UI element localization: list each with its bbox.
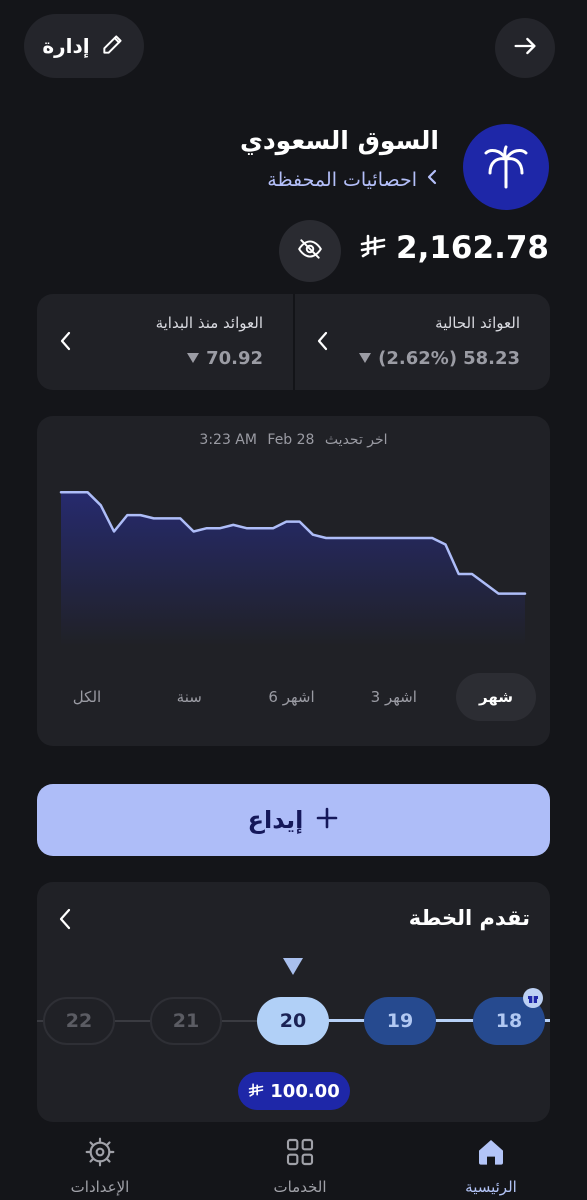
chevron-left-icon — [59, 330, 73, 356]
triangle-down-icon — [186, 348, 200, 369]
manage-button[interactable]: إدارة — [24, 14, 144, 78]
nav-settings[interactable]: الإعدادات — [30, 1136, 170, 1196]
current-returns-value: (2.62%) 58.23 — [358, 348, 520, 369]
pencil-icon — [100, 31, 126, 61]
time-range-selector: شهر 3 اشهر 6 اشهر سنة الكل — [47, 672, 536, 722]
bottom-nav: الرئيسية الخدمات الإعدادات — [0, 1128, 587, 1200]
back-button[interactable] — [495, 18, 555, 78]
nav-services[interactable]: الخدمات — [230, 1136, 370, 1196]
current-step-marker — [283, 958, 303, 975]
portfolio-stats-link[interactable]: احصائيات المحفظة — [267, 168, 439, 191]
last-update: 3:23 AM Feb 28 اخر تحديث — [37, 432, 550, 448]
portfolio-title: السوق السعودي — [239, 126, 439, 155]
plan-progress-card: تقدم الخطة 18 19 20 21 22 100.00 — [37, 882, 550, 1122]
current-amount-value: 100.00 — [270, 1080, 340, 1102]
riyal-icon — [248, 1081, 264, 1102]
returns-divider — [293, 294, 295, 390]
portfolio-balance: 2,162.78 — [360, 230, 549, 266]
balance-value: 2,162.78 — [396, 230, 549, 266]
gift-icon — [523, 988, 543, 1008]
top-bar: إدارة — [24, 14, 555, 78]
balance-row: 2,162.78 — [249, 220, 549, 282]
chevron-left-icon — [316, 330, 330, 356]
last-update-date: Feb 28 — [267, 432, 315, 448]
range-tab-1[interactable]: 3 اشهر — [354, 673, 434, 721]
last-update-time: 3:23 AM — [199, 432, 257, 448]
returns-since-start[interactable]: العوائد منذ البداية 70.92 — [37, 294, 293, 390]
range-tab-0[interactable]: شهر — [456, 673, 536, 721]
current-returns-percent: (2.62%) — [378, 348, 458, 369]
chevron-left-icon — [425, 168, 439, 191]
performance-chart-card: 3:23 AM Feb 28 اخر تحديث شهر 3 اشهر 6 اشهر… — [37, 416, 550, 746]
eye-off-icon — [297, 236, 323, 266]
current-returns-amount: 58.23 — [463, 348, 520, 369]
current-returns-label: العوائد الحالية — [435, 314, 520, 332]
portfolio-header: السوق السعودي احصائيات المحفظة — [39, 124, 549, 210]
plan-step-19[interactable]: 19 — [364, 997, 436, 1045]
since-start-label: العوائد منذ البداية — [155, 314, 263, 332]
current-step-amount: 100.00 — [238, 1072, 350, 1110]
gear-icon — [84, 1136, 116, 1172]
plan-step-20[interactable]: 20 — [257, 997, 329, 1045]
range-tab-2[interactable]: 6 اشهر — [252, 673, 332, 721]
triangle-down-icon — [358, 348, 372, 369]
hide-balance-button[interactable] — [279, 220, 341, 282]
plan-title: تقدم الخطة — [408, 906, 530, 930]
current-returns[interactable]: العوائد الحالية (2.62%) 58.23 — [294, 294, 550, 390]
returns-card: العوائد الحالية (2.62%) 58.23 العوائد من… — [37, 294, 550, 390]
arrow-right-icon — [511, 32, 539, 64]
since-start-value: 70.92 — [186, 348, 263, 369]
plus-icon — [315, 806, 339, 834]
grid-icon — [284, 1136, 316, 1172]
manage-label: إدارة — [42, 34, 90, 58]
performance-chart[interactable] — [37, 466, 550, 646]
nav-services-label: الخدمات — [273, 1178, 327, 1196]
deposit-button[interactable]: إيداع — [37, 784, 550, 856]
nav-home-label: الرئيسية — [465, 1178, 517, 1196]
since-start-amount: 70.92 — [206, 348, 263, 369]
nav-settings-label: الإعدادات — [70, 1178, 130, 1196]
chevron-left-icon[interactable] — [57, 906, 73, 936]
stats-link-label: احصائيات المحفظة — [267, 168, 417, 191]
palm-tree-logo — [463, 124, 549, 210]
last-update-label: اخر تحديث — [324, 432, 388, 448]
plan-step-22[interactable]: 22 — [43, 997, 115, 1045]
deposit-label: إيداع — [247, 806, 304, 834]
range-tab-4[interactable]: الكل — [47, 673, 127, 721]
riyal-icon — [360, 230, 386, 266]
home-icon — [475, 1136, 507, 1172]
range-tab-3[interactable]: سنة — [149, 673, 229, 721]
nav-home[interactable]: الرئيسية — [421, 1136, 561, 1196]
plan-step-21[interactable]: 21 — [150, 997, 222, 1045]
